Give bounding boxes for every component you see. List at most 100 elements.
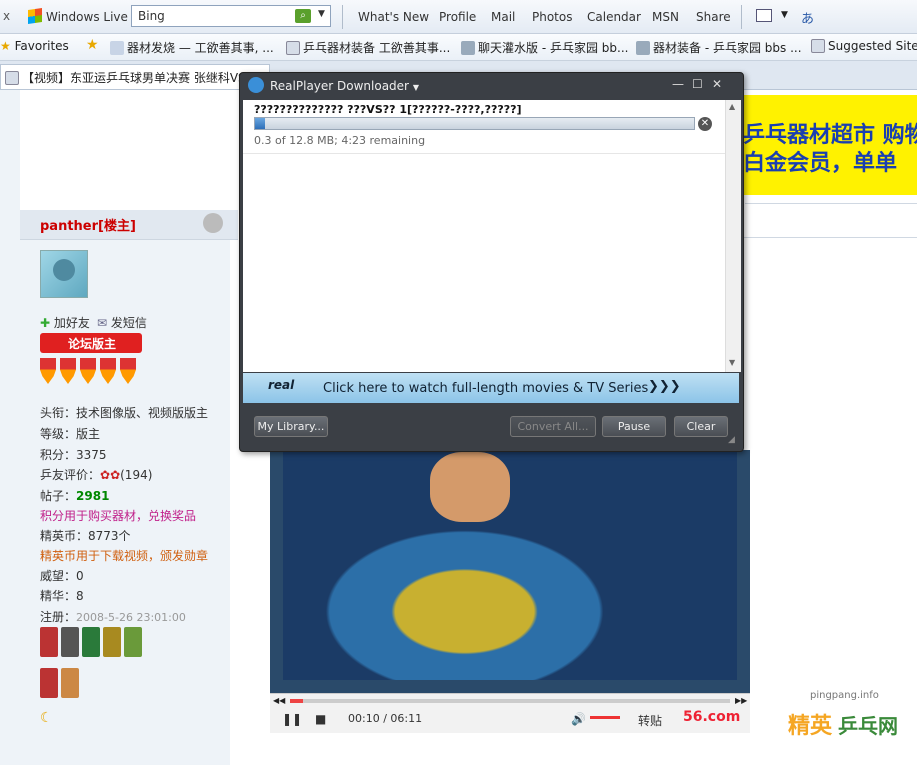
tab-title: 【视频】东亚运乒乓球男单决赛 张继科VS... bbox=[22, 71, 258, 85]
favorite-item-label: 器材发烧 — 工欲善其事, ... bbox=[127, 41, 274, 55]
link-msn[interactable]: MSN bbox=[652, 10, 679, 24]
search-input[interactable]: Bing bbox=[138, 9, 165, 23]
minimize-icon[interactable]: — bbox=[672, 77, 684, 91]
time-display: 00:10 / 06:11 bbox=[348, 712, 423, 725]
forward-button[interactable]: 转贴 bbox=[638, 712, 662, 729]
avatar[interactable] bbox=[40, 250, 88, 298]
download-status: 0.3 of 12.8 MB; 4:23 remaining bbox=[254, 134, 426, 147]
profile-prestige: 威望：0 bbox=[40, 569, 84, 583]
divider bbox=[243, 153, 725, 154]
coins-note-link[interactable]: 精英币用于下载视频，颁发勋章 bbox=[40, 547, 208, 564]
link-photos[interactable]: Photos bbox=[532, 10, 572, 24]
resize-grip-icon[interactable]: ◢ bbox=[728, 435, 735, 445]
windows-live-label: Windows Live bbox=[46, 10, 128, 24]
favorite-item[interactable]: 器材发烧 — 工欲善其事, ... bbox=[110, 39, 274, 56]
page-icon bbox=[286, 41, 300, 55]
pause-button[interactable]: Pause bbox=[602, 416, 666, 437]
link-whats-new[interactable]: What's New bbox=[358, 10, 429, 24]
online-status-icon bbox=[203, 213, 223, 233]
favorite-item[interactable]: Suggested Sites bbox=[811, 39, 917, 53]
page-icon bbox=[5, 71, 19, 85]
add-favorite-icon[interactable]: ★ bbox=[86, 37, 99, 53]
page-icon bbox=[110, 41, 124, 55]
scroll-down-icon[interactable]: ▼ bbox=[729, 358, 735, 367]
favorite-item-label: 器材装备 - 乒乓家园 bbs ... bbox=[653, 41, 802, 55]
watermark-url: pingpang.info bbox=[810, 690, 879, 701]
flower-icon: ✿✿ bbox=[100, 468, 121, 482]
favorite-item[interactable]: 器材装备 - 乒乓家园 bbs ... bbox=[636, 39, 802, 56]
dialog-title[interactable]: RealPlayer Downloader ▼ bbox=[248, 77, 419, 93]
window-icon[interactable] bbox=[756, 9, 772, 22]
scroll-up-icon[interactable]: ▲ bbox=[729, 102, 735, 111]
seek-bar[interactable] bbox=[290, 699, 730, 703]
clear-button[interactable]: Clear bbox=[674, 416, 728, 437]
favorites-button[interactable]: ★ Favorites bbox=[0, 39, 69, 53]
profile-points: 积分：3375 bbox=[40, 448, 107, 462]
download-filename: ?????????????? ???VS?? 1[??????-????,???… bbox=[254, 103, 522, 116]
browser-toolbar: x Windows Live Bing ⌕ ▼ What's New Profi… bbox=[0, 0, 917, 34]
points-note-link[interactable]: 积分用于购买器材，兑换奖品 bbox=[40, 507, 196, 524]
close-icon[interactable]: x bbox=[3, 9, 10, 23]
search-box[interactable]: Bing ⌕ ▼ bbox=[131, 5, 331, 27]
tab-video-page[interactable]: 【视频】东亚运乒乓球男单决赛 张继科VS... bbox=[0, 64, 270, 89]
moderator-badge: 论坛版主 bbox=[40, 333, 142, 353]
pause-icon[interactable]: ❚❚ bbox=[282, 712, 302, 726]
arrows-icon: ❯❯❯ bbox=[648, 379, 681, 394]
chevron-down-icon[interactable]: ▼ bbox=[413, 83, 419, 92]
username-link[interactable]: panther[楼主] bbox=[40, 215, 136, 234]
profile-posts: 帖子：2981 bbox=[40, 489, 110, 503]
medal-icon bbox=[103, 627, 121, 657]
download-progress-bar bbox=[254, 117, 695, 130]
windows-logo-icon bbox=[28, 8, 42, 24]
rewind-icon[interactable]: ◀◀ bbox=[273, 696, 285, 705]
favorite-item[interactable]: 乒乓器材装备 工欲善其事... bbox=[286, 39, 450, 56]
stop-icon[interactable]: ■ bbox=[315, 712, 326, 726]
site-logo[interactable]: 56.com bbox=[683, 709, 740, 725]
link-calendar[interactable]: Calendar bbox=[587, 10, 641, 24]
scrollbar[interactable]: ▲ ▼ bbox=[725, 100, 741, 372]
chevron-down-icon[interactable]: ▼ bbox=[781, 10, 788, 20]
volume-slider[interactable] bbox=[590, 716, 620, 719]
send-message-link[interactable]: ✉ 发短信 bbox=[97, 314, 147, 331]
fast-forward-icon[interactable]: ▶▶ bbox=[735, 696, 747, 705]
volume-icon[interactable]: 🔊 bbox=[571, 712, 586, 726]
favorite-item[interactable]: 聊天灌水版 - 乒乓家园 bb... bbox=[461, 39, 628, 56]
chevron-down-icon[interactable]: ▼ bbox=[318, 9, 325, 19]
medal-icon bbox=[60, 358, 76, 384]
download-progress-fill bbox=[255, 118, 265, 129]
profile-essence: 精华：8 bbox=[40, 589, 84, 603]
link-share[interactable]: Share bbox=[696, 10, 731, 24]
divider bbox=[745, 203, 917, 204]
moon-icon: ☾ bbox=[40, 710, 53, 726]
medal-icon bbox=[82, 627, 100, 657]
my-library-button[interactable]: My Library... bbox=[254, 416, 328, 437]
medal-icon bbox=[40, 668, 58, 698]
search-icon[interactable]: ⌕ bbox=[295, 9, 311, 23]
medal-icon bbox=[61, 627, 79, 657]
windows-live-link[interactable]: Windows Live bbox=[28, 8, 128, 24]
seek-bar-fill bbox=[290, 699, 303, 703]
banner-line2: 白金会员，单单 bbox=[743, 151, 898, 176]
favorite-item-label: 乒乓器材装备 工欲善其事... bbox=[303, 41, 451, 55]
extra-medals bbox=[40, 668, 82, 698]
profile-title: 头衔：技术图像版、视频版版主 bbox=[40, 406, 209, 420]
page-icon bbox=[461, 41, 475, 55]
favorite-item-label: Suggested Sites bbox=[828, 39, 917, 53]
page-icon bbox=[811, 39, 825, 53]
cancel-download-icon[interactable]: ✕ bbox=[698, 117, 712, 131]
honor-medals bbox=[40, 627, 145, 657]
real-logo: real bbox=[268, 378, 295, 392]
medal-icon bbox=[100, 358, 116, 384]
page-left-margin bbox=[0, 90, 20, 765]
convert-all-button[interactable]: Convert All... bbox=[510, 416, 596, 437]
link-profile[interactable]: Profile bbox=[439, 10, 476, 24]
close-icon[interactable]: ✕ bbox=[712, 77, 722, 91]
maximize-icon[interactable]: ☐ bbox=[692, 77, 703, 91]
add-friend-link[interactable]: ✚ 加好友 bbox=[40, 314, 90, 331]
watermark-logo: pingpang.info 精英 乒乓网 bbox=[770, 690, 915, 760]
link-mail[interactable]: Mail bbox=[491, 10, 515, 24]
shop-banner[interactable]: 乒乓器材超市 购物 白金会员，单单 bbox=[743, 95, 917, 195]
promo-banner[interactable]: real Click here to watch full-length mov… bbox=[243, 373, 739, 403]
medal-icon bbox=[120, 358, 136, 384]
translate-icon[interactable]: あ bbox=[801, 8, 814, 27]
